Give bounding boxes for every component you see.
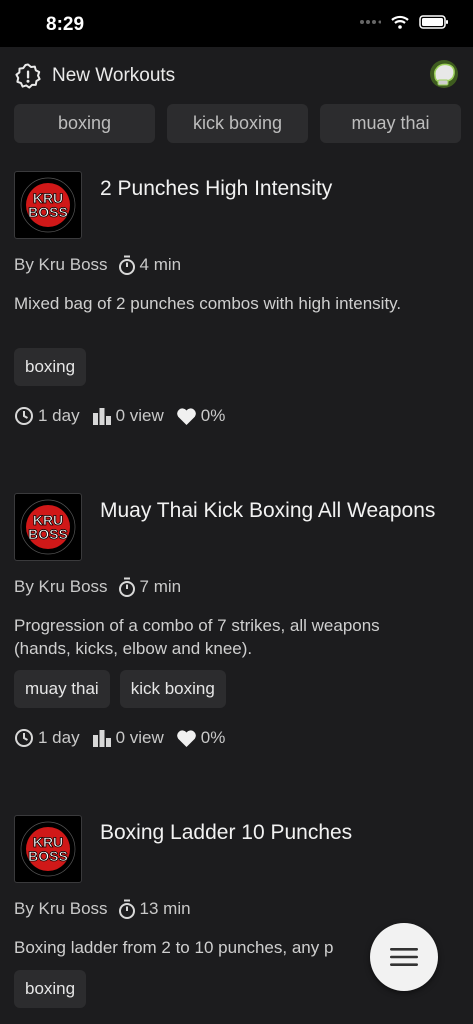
timer-icon (118, 899, 135, 919)
kru-boss-logo: KRU BOSS (14, 815, 82, 883)
status-time: 8:29 (46, 14, 85, 35)
workout-description: Progression of a combo of 7 strikes, all… (14, 616, 380, 658)
workout-tag-boxing[interactable]: boxing (14, 348, 87, 386)
workout-tag-muay-thai[interactable]: muay thai (14, 670, 110, 708)
workout-meta: By Kru Boss 13 min (14, 899, 191, 919)
timer-icon (118, 255, 135, 275)
new-badge-icon (15, 63, 41, 89)
workout-likes: 0% (200, 406, 226, 425)
workout-stats: 1 day 0 view 0% (14, 728, 237, 748)
workout-title: Muay Thai Kick Boxing All Weapons (100, 499, 436, 522)
workout-card[interactable]: KRU BOSS 2 Punches High Intensity By Kru… (14, 171, 454, 431)
filter-chip-kick-boxing[interactable]: kick boxing (167, 104, 308, 143)
page-title: New Workouts (52, 65, 176, 86)
age-stat: 1 day (14, 406, 80, 426)
wifi-icon (391, 15, 409, 29)
boxing-glove-icon[interactable] (428, 59, 460, 89)
workout-title: Boxing Ladder 10 Punches (100, 821, 353, 844)
workout-author: By Kru Boss (14, 899, 108, 918)
workout-author: By Kru Boss (14, 255, 108, 274)
bar-chart-icon (92, 408, 111, 425)
workout-card[interactable]: KRU BOSS Muay Thai Kick Boxing All Weapo… (14, 493, 454, 753)
clock-icon (15, 729, 33, 747)
kru-boss-logo: KRU BOSS (14, 493, 82, 561)
timer-icon (118, 577, 135, 597)
workout-author: By Kru Boss (14, 577, 108, 596)
svg-text:BOSS: BOSS (28, 848, 68, 864)
status-icons (359, 15, 449, 29)
workout-title: 2 Punches High Intensity (100, 177, 333, 200)
workout-description: Mixed bag of 2 punches combos with high … (14, 294, 402, 313)
signal-icon (360, 20, 381, 24)
kru-boss-logo: KRU BOSS (14, 171, 82, 239)
likes-stat: 0% (176, 728, 226, 748)
workout-duration: 7 min (139, 577, 182, 596)
menu-fab-button[interactable] (370, 923, 438, 991)
clock-icon (15, 407, 33, 425)
workout-views: 0 view (115, 728, 164, 747)
filter-chip-muay-thai[interactable]: muay thai (320, 104, 461, 143)
workout-duration: 13 min (139, 899, 191, 918)
workout-tag-kick-boxing[interactable]: kick boxing (119, 670, 226, 708)
app-header: New Workouts (0, 47, 473, 103)
status-bar: 8:29 (0, 0, 473, 47)
battery-icon (419, 15, 448, 29)
filter-chips: boxing kick boxing muay thai (14, 104, 461, 143)
bar-chart-icon (92, 730, 111, 747)
svg-text:BOSS: BOSS (28, 526, 68, 542)
svg-text:BOSS: BOSS (28, 204, 68, 220)
workout-age: 1 day (38, 728, 80, 747)
workout-meta: By Kru Boss 7 min (14, 577, 181, 597)
workout-views: 0 view (115, 406, 164, 425)
heart-icon (176, 407, 196, 425)
workout-stats: 1 day 0 view 0% (14, 406, 237, 426)
workout-tags: boxing (14, 970, 87, 1008)
workout-tag-boxing[interactable]: boxing (14, 970, 87, 1008)
workout-card[interactable]: KRU BOSS Boxing Ladder 10 Punches By Kru… (14, 815, 454, 1024)
views-stat: 0 view (92, 728, 164, 748)
age-stat: 1 day (14, 728, 80, 748)
workout-tags: muay thai kick boxing (14, 670, 226, 708)
filter-chip-boxing[interactable]: boxing (14, 104, 155, 143)
workout-age: 1 day (38, 406, 80, 425)
workout-tags: boxing (14, 348, 87, 386)
likes-stat: 0% (176, 406, 226, 426)
workout-likes: 0% (200, 728, 226, 747)
heart-icon (176, 729, 196, 747)
workout-meta: By Kru Boss 4 min (14, 255, 181, 275)
views-stat: 0 view (92, 406, 164, 426)
hamburger-menu-icon (390, 948, 418, 966)
workout-duration: 4 min (139, 255, 182, 274)
